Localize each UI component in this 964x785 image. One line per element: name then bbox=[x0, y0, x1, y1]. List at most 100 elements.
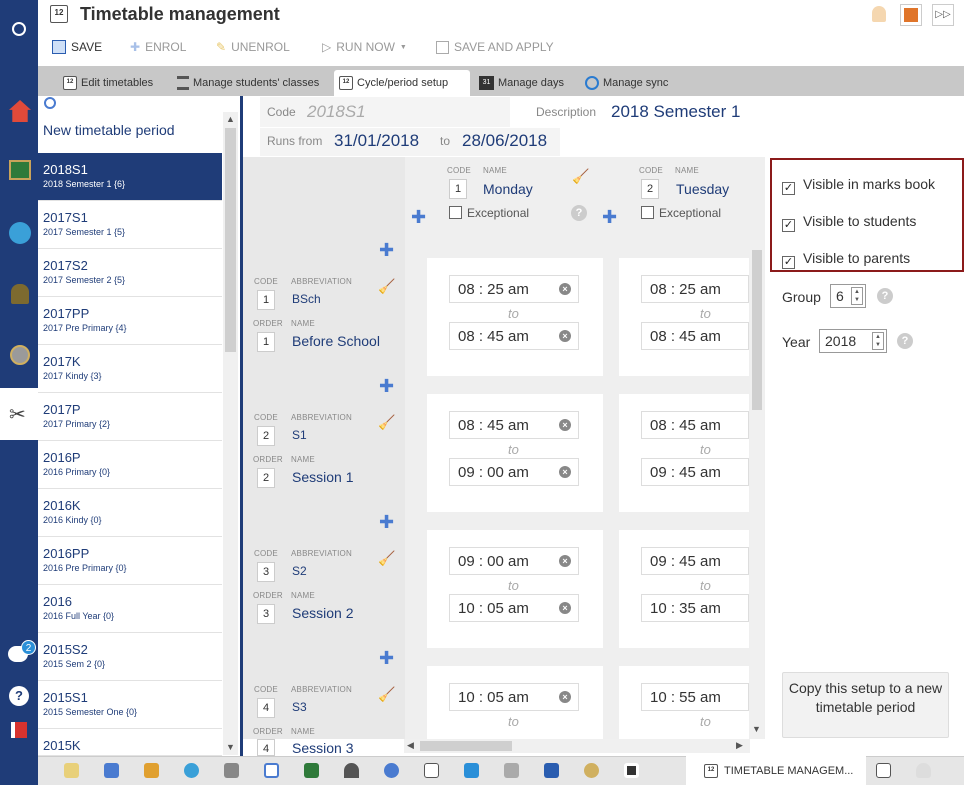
description-input[interactable]: 2018 Semester 1 bbox=[611, 102, 740, 122]
clear-broom-icon[interactable]: 🧹 bbox=[378, 414, 395, 431]
globe-chart-icon[interactable] bbox=[9, 222, 31, 244]
from-date-input[interactable]: 31/01/2018 bbox=[334, 131, 419, 151]
clear-time-icon[interactable]: × bbox=[559, 419, 571, 431]
tab-manage-sync[interactable]: Manage sync bbox=[580, 70, 673, 96]
clear-time-icon[interactable]: × bbox=[559, 466, 571, 478]
add-period-plus-icon[interactable]: ✚ bbox=[379, 513, 394, 531]
period-order-box[interactable]: 1 bbox=[257, 332, 275, 352]
help-icon[interactable]: ? bbox=[897, 333, 913, 349]
list-item[interactable]: 2016K 2016 Kindy {0} bbox=[38, 489, 222, 537]
period-name[interactable]: Session 3 bbox=[292, 740, 353, 756]
list-item[interactable]: 2015S1 2015 Semester One {0} bbox=[38, 681, 222, 729]
list-item[interactable]: 2016P 2016 Primary {0} bbox=[38, 441, 222, 489]
period-order-box[interactable]: 4 bbox=[257, 739, 275, 756]
save-apply-button[interactable]: SAVE AND APPLY bbox=[436, 40, 554, 54]
day-code-box[interactable]: 1 bbox=[449, 179, 467, 199]
period-order-box[interactable]: 2 bbox=[257, 468, 275, 488]
period-order-box[interactable]: 3 bbox=[257, 604, 275, 624]
classroom-icon[interactable] bbox=[9, 160, 31, 180]
period-abbr[interactable]: BSch bbox=[292, 292, 321, 306]
run-now-button[interactable]: ▷ RUN NOW ▼ bbox=[322, 40, 407, 54]
report-icon[interactable] bbox=[900, 4, 922, 26]
bottom-tab-timetable-management[interactable]: 12 TIMETABLE MANAGEM... bbox=[686, 756, 866, 785]
list-item[interactable]: 2016PP 2016 Pre Primary {0} bbox=[38, 537, 222, 585]
gear-icon[interactable] bbox=[384, 763, 399, 778]
clear-time-icon[interactable]: × bbox=[559, 602, 571, 614]
stepper-arrows-icon[interactable]: ▲ ▼ bbox=[872, 332, 884, 350]
copy-setup-button[interactable]: Copy this setup to a new timetable perio… bbox=[782, 672, 949, 738]
day-code-box[interactable]: 2 bbox=[641, 179, 659, 199]
period-code-box[interactable]: 3 bbox=[257, 562, 275, 582]
list-item[interactable]: 2017PP 2017 Pre Primary {4} bbox=[38, 297, 222, 345]
clear-time-icon[interactable]: × bbox=[559, 330, 571, 342]
help-icon[interactable]: ? bbox=[9, 686, 29, 706]
fast-forward-icon[interactable]: ▷▷ bbox=[932, 4, 954, 26]
start-time-input[interactable]: 09 : 45 am bbox=[641, 547, 749, 575]
clear-time-icon[interactable]: × bbox=[559, 283, 571, 295]
start-time-input[interactable]: 08 : 45 am bbox=[641, 411, 749, 439]
day-name[interactable]: Tuesday bbox=[676, 181, 729, 197]
start-time-input[interactable]: 08 : 25 am bbox=[641, 275, 749, 303]
tab-cycle-period-setup[interactable]: 12 Cycle/period setup bbox=[334, 70, 470, 96]
clear-broom-icon[interactable]: 🧹 bbox=[378, 686, 395, 703]
document-icon[interactable] bbox=[424, 763, 439, 778]
clear-time-icon[interactable]: × bbox=[559, 691, 571, 703]
code-input[interactable]: 2018S1 bbox=[307, 102, 366, 122]
list-search-icon[interactable] bbox=[44, 97, 56, 109]
period-abbr[interactable]: S2 bbox=[292, 564, 307, 578]
to-date-input[interactable]: 28/06/2018 bbox=[462, 131, 547, 151]
clear-time-icon[interactable]: × bbox=[559, 555, 571, 567]
start-time-input[interactable]: 10 : 55 am bbox=[641, 683, 749, 711]
help-icon[interactable]: ? bbox=[877, 288, 893, 304]
period-code-box[interactable]: 1 bbox=[257, 290, 275, 310]
add-period-plus-icon[interactable]: ✚ bbox=[379, 377, 394, 395]
frame-icon[interactable] bbox=[264, 763, 279, 778]
user-icon[interactable] bbox=[916, 763, 931, 778]
list-scrollbar-thumb[interactable] bbox=[225, 128, 236, 352]
period-abbr[interactable]: S3 bbox=[292, 700, 307, 714]
add-period-plus-icon[interactable]: ✚ bbox=[379, 649, 394, 667]
enrol-button[interactable]: ✚ ENROL bbox=[130, 40, 186, 54]
scroll-up-arrow[interactable]: ▲ bbox=[226, 114, 235, 124]
tab-edit-timetables[interactable]: 12 Edit timetables bbox=[58, 70, 158, 96]
tab-manage-days[interactable]: 31 Manage days bbox=[474, 70, 569, 96]
period-code-box[interactable]: 4 bbox=[257, 698, 275, 718]
add-day-plus-icon[interactable]: ✚ bbox=[411, 208, 426, 226]
ticket-icon[interactable] bbox=[144, 763, 159, 778]
end-time-input[interactable]: 08 : 45 am bbox=[641, 322, 749, 350]
list-item[interactable]: 2015S2 2015 Sem 2 {0} bbox=[38, 633, 222, 681]
scroll-left-arrow[interactable]: ◀ bbox=[407, 740, 414, 751]
logout-icon[interactable] bbox=[11, 722, 27, 738]
user-icon[interactable] bbox=[11, 284, 29, 304]
visible-parents-row[interactable]: ✓ Visible to parents bbox=[782, 250, 910, 269]
gauge-icon[interactable] bbox=[344, 763, 359, 778]
grid-vertical-scrollbar-thumb[interactable] bbox=[752, 250, 762, 410]
list-item[interactable]: 2017S1 2017 Semester 1 {5} bbox=[38, 201, 222, 249]
new-timetable-period[interactable]: New timetable period bbox=[43, 122, 175, 138]
visible-students-checkbox[interactable]: ✓ bbox=[782, 219, 795, 232]
scroll-down-arrow[interactable]: ▼ bbox=[226, 742, 235, 752]
list-item[interactable]: 2015K bbox=[38, 729, 222, 756]
family-icon[interactable] bbox=[544, 763, 559, 778]
notification-bell-icon[interactable] bbox=[872, 6, 886, 22]
list-item[interactable]: 2017K 2017 Kindy {3} bbox=[38, 345, 222, 393]
stepper-arrows-icon[interactable]: ▲ ▼ bbox=[851, 287, 863, 305]
help-icon[interactable]: ? bbox=[571, 205, 587, 221]
scroll-down-arrow[interactable]: ▼ bbox=[752, 724, 761, 734]
add-day-plus-icon[interactable]: ✚ bbox=[602, 208, 617, 226]
key-icon[interactable] bbox=[504, 763, 519, 778]
list-item[interactable]: 2018S1 2018 Semester 1 {6} bbox=[38, 153, 222, 201]
day-name[interactable]: Monday bbox=[483, 181, 533, 197]
tools-icon[interactable]: ✂ bbox=[9, 402, 26, 427]
add-period-plus-icon[interactable]: ✚ bbox=[379, 241, 394, 259]
scissors-icon[interactable] bbox=[224, 763, 239, 778]
globe-icon[interactable] bbox=[10, 345, 30, 365]
clear-broom-icon[interactable]: 🧹 bbox=[378, 550, 395, 567]
list-item[interactable]: 2016 2016 Full Year {0} bbox=[38, 585, 222, 633]
globe-chart-icon[interactable] bbox=[184, 763, 199, 778]
list-item[interactable]: 2017S2 2017 Semester 2 {5} bbox=[38, 249, 222, 297]
end-time-input[interactable]: 09 : 45 am bbox=[641, 458, 749, 486]
year-stepper[interactable]: 2018 ▲ ▼ bbox=[819, 329, 887, 353]
unenrol-button[interactable]: ✎ UNENROL bbox=[216, 40, 290, 54]
list-item[interactable]: 2017P 2017 Primary {2} bbox=[38, 393, 222, 441]
